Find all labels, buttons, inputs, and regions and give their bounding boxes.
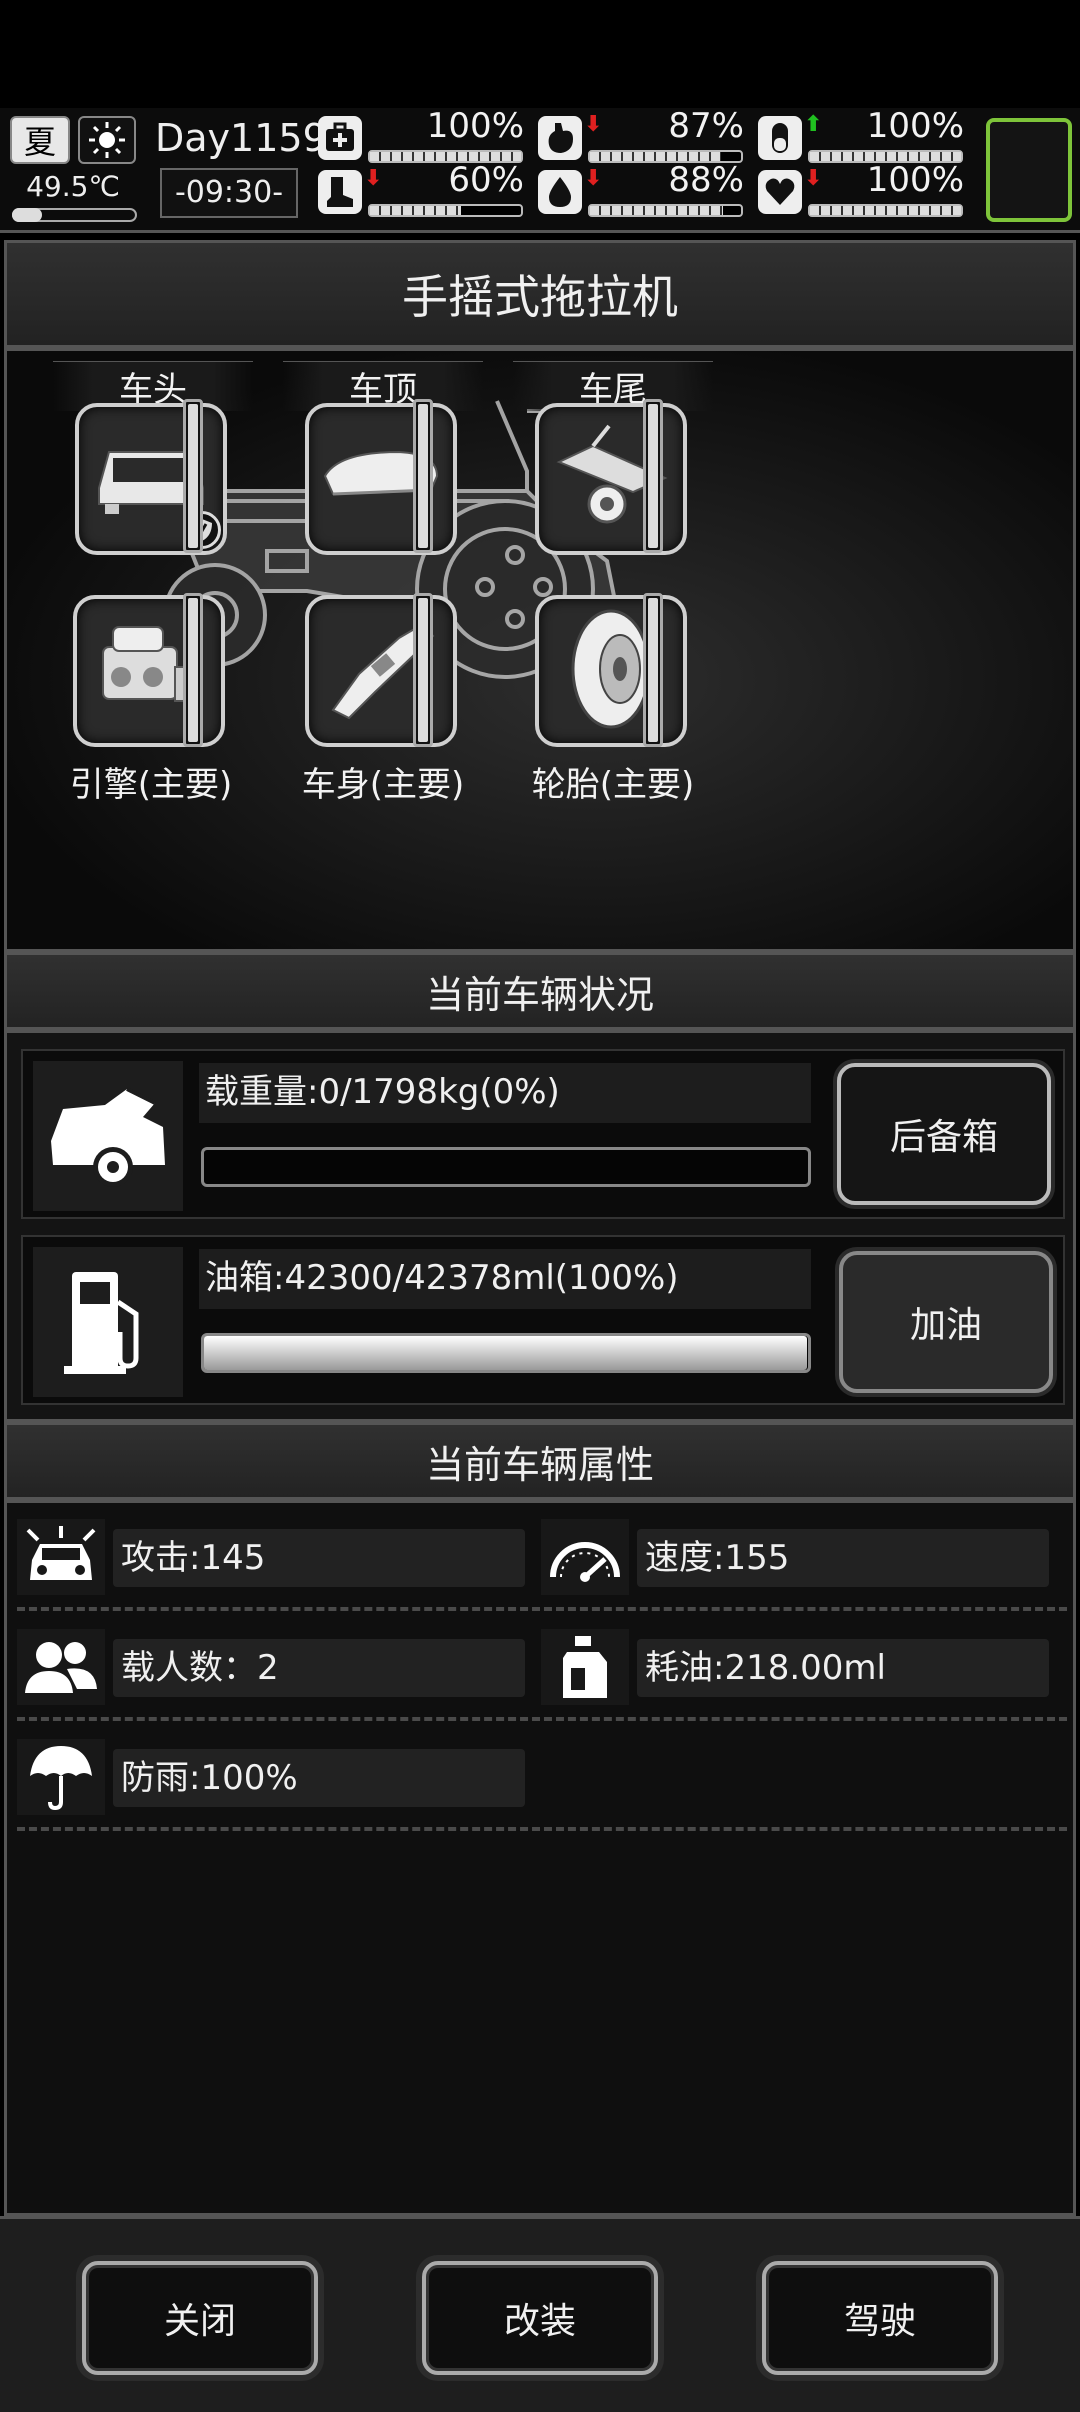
fuel-pump-icon [33,1247,183,1397]
part-slot-2[interactable] [305,403,457,555]
close-button[interactable]: 关闭 [82,2261,318,2375]
vehicle-name: 手摇式拖拉机 [402,270,678,324]
fuel-progress-bar [201,1333,811,1373]
part-durability-bar [183,399,203,553]
fuel-card: 油箱:42300/42378ml(100%) 加油 [21,1235,1065,1405]
vehicle-condition-header: 当前车辆状况 [4,952,1076,1030]
section-title: 当前车辆属性 [425,1442,654,1487]
umbrella-icon [17,1739,105,1815]
action-bar: 关闭 改装 驾驶 [0,2216,1080,2412]
divider [17,1717,1067,1721]
stat-percent: 87% [668,106,744,146]
divider [17,1827,1067,1831]
status-hud: 夏 49.5℃ Day1159 -09:30- 100% ⬇ 87% ⬆ 100% ⬇ 60… [0,106,1080,233]
trend-arrow-down-icon: ⬇ [804,166,823,191]
stat-bar [588,204,743,217]
sun-icon [78,116,136,164]
stat-percent: 60% [448,160,524,200]
temperature-readout: 49.5℃ [26,170,120,203]
attribute-text: 速度:155 [637,1529,1049,1587]
modify-button[interactable]: 改装 [422,2261,658,2375]
attribute-text: 耗油:218.00ml [637,1639,1049,1697]
load-progress-bar [201,1147,811,1187]
stat-bar [368,204,523,217]
game-clock: -09:30- [160,168,298,218]
vehicle-parts-view: 车头 车顶 车尾 引擎(主要) 车身(主要) 轮胎(主要) [4,348,1076,952]
stat-percent: 100% [866,106,964,146]
temperature-gauge [12,208,137,222]
trend-arrow-down-icon: ⬇ [364,166,383,191]
vehicle-attributes-header: 当前车辆属性 [4,1422,1076,1500]
stat-health: 100% [318,106,528,166]
trend-arrow-up-icon: ⬆ [804,112,823,137]
trend-arrow-down-icon: ⬇ [584,112,603,137]
part-slot-5[interactable] [305,595,457,747]
attribute-passengers: 载人数：2 [17,1627,537,1707]
attribute-text: 攻击:145 [113,1529,525,1587]
load-card: 载重量:0/1798kg(0%) 后备箱 [21,1049,1065,1219]
season-badge: 夏 [10,116,70,164]
part-durability-bar [643,399,663,553]
attribute-fuel-consumption: 耗油:218.00ml [541,1627,1061,1707]
attribute-text: 防雨:100% [113,1749,525,1807]
attribute-rain-protection: 防雨:100% [17,1737,537,1817]
equipped-item-slot[interactable] [986,118,1072,222]
passengers-icon [17,1629,105,1705]
attribute-text: 载人数：2 [113,1639,525,1697]
part-slot-1[interactable] [75,403,227,555]
stat-percent: 88% [668,160,744,200]
boot-icon [318,170,362,214]
car-attack-icon [17,1519,105,1595]
vehicle-condition-panel: 载重量:0/1798kg(0%) 后备箱 油箱:42300/42378ml(10… [4,1030,1076,1422]
stat-heart: ⬇ 100% [758,160,968,220]
stomach-icon [538,116,582,160]
stat-stamina: ⬇ 60% [318,160,528,220]
load-text: 载重量:0/1798kg(0%) [199,1063,811,1123]
attribute-speed: 速度:155 [541,1517,1061,1597]
car-trunk-icon [33,1061,183,1211]
stat-mood: ⬆ 100% [758,106,968,166]
vehicle-title: 手摇式拖拉机 [4,240,1076,348]
divider [17,1607,1067,1611]
part-durability-bar [413,399,433,553]
day-counter: Day1159 [155,116,327,160]
part-durability-bar [413,593,433,747]
trend-arrow-down-icon: ⬇ [584,166,603,191]
water-drop-icon [538,170,582,214]
stat-percent: 100% [426,106,524,146]
speedometer-icon [541,1519,629,1595]
medkit-icon [318,116,362,160]
vehicle-attributes-panel: 攻击:145 速度:155 载人数：2 耗油:218.00ml 防雨:100% [4,1500,1076,2216]
part-durability-bar [643,593,663,747]
stat-hunger: ⬇ 87% [538,106,748,166]
stat-percent: 100% [866,160,964,200]
part-durability-bar [183,593,203,747]
oil-can-icon [541,1629,629,1705]
season-label: 夏 [23,123,56,161]
attribute-attack: 攻击:145 [17,1517,537,1597]
part-slot-label: 轮胎(主要) [531,765,695,805]
heart-icon [758,170,802,214]
refuel-button[interactable]: 加油 [839,1251,1053,1393]
part-slot-3[interactable] [535,403,687,555]
drive-button[interactable]: 驾驶 [762,2261,998,2375]
part-slot-label: 引擎(主要) [69,765,233,805]
fuel-text: 油箱:42300/42378ml(100%) [199,1249,811,1309]
stat-bar [808,204,963,217]
section-title: 当前车辆状况 [425,972,654,1017]
stat-thirst: ⬇ 88% [538,160,748,220]
trunk-button[interactable]: 后备箱 [837,1063,1051,1205]
pill-icon [758,116,802,160]
part-slot-label: 车身(主要) [301,765,465,805]
part-slot-6[interactable] [535,595,687,747]
